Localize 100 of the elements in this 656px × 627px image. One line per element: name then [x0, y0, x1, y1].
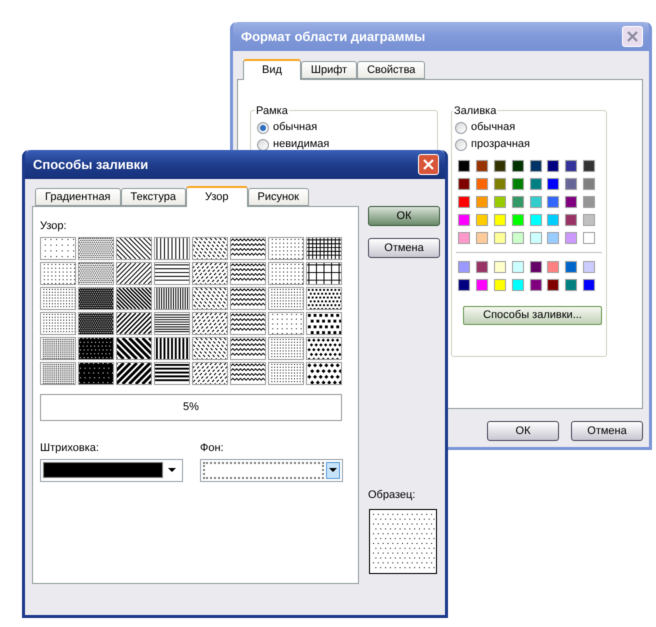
- pattern-swatch[interactable]: [192, 287, 228, 310]
- pattern-swatch[interactable]: [154, 337, 190, 360]
- pattern-swatch[interactable]: [268, 337, 304, 360]
- color-swatch[interactable]: [476, 232, 488, 244]
- pattern-swatch[interactable]: [230, 337, 266, 360]
- color-swatch[interactable]: [530, 160, 542, 172]
- color-swatch[interactable]: [494, 178, 506, 190]
- color-swatch[interactable]: [530, 232, 542, 244]
- pattern-swatch[interactable]: [40, 312, 76, 335]
- color-swatch[interactable]: [512, 279, 524, 291]
- pattern-swatch[interactable]: [154, 287, 190, 310]
- color-swatch[interactable]: [494, 160, 506, 172]
- color-dropdown[interactable]: [200, 458, 343, 482]
- pattern-swatch[interactable]: [306, 237, 342, 260]
- color-swatch[interactable]: [565, 196, 578, 208]
- tab[interactable]: Шрифт: [300, 61, 358, 79]
- pattern-swatch[interactable]: [116, 287, 152, 310]
- color-swatch[interactable]: [583, 196, 596, 208]
- color-swatch[interactable]: [458, 214, 470, 226]
- pattern-swatch[interactable]: [154, 237, 190, 260]
- dialog-button[interactable]: Отмена: [368, 238, 440, 258]
- pattern-swatch[interactable]: [268, 262, 304, 285]
- pattern-swatch[interactable]: [78, 362, 114, 385]
- color-swatch[interactable]: [476, 178, 488, 190]
- color-swatch[interactable]: [565, 232, 578, 244]
- tab[interactable]: Свойства: [357, 61, 426, 79]
- color-swatch[interactable]: [476, 261, 488, 273]
- pattern-swatch[interactable]: [230, 312, 266, 335]
- tab[interactable]: Узор: [186, 186, 248, 207]
- radio-button[interactable]: [257, 122, 269, 134]
- color-swatch[interactable]: [458, 232, 470, 244]
- pattern-swatch[interactable]: [192, 312, 228, 335]
- color-swatch[interactable]: [583, 160, 596, 172]
- pattern-swatch[interactable]: [230, 237, 266, 260]
- pattern-swatch[interactable]: [154, 262, 190, 285]
- color-swatch[interactable]: [530, 279, 542, 291]
- color-swatch[interactable]: [476, 160, 488, 172]
- color-swatch[interactable]: [494, 232, 506, 244]
- color-swatch[interactable]: [547, 214, 560, 226]
- color-swatch[interactable]: [476, 214, 488, 226]
- fill-effects-button[interactable]: Способы заливки...: [463, 306, 602, 325]
- color-swatch[interactable]: [530, 178, 542, 190]
- pattern-swatch[interactable]: [154, 362, 190, 385]
- color-swatch[interactable]: [547, 232, 560, 244]
- color-swatch[interactable]: [458, 178, 470, 190]
- pattern-swatch[interactable]: [306, 312, 342, 335]
- tab[interactable]: Градиентная: [35, 188, 121, 206]
- dropdown-button[interactable]: [326, 462, 340, 478]
- pattern-swatch[interactable]: [306, 362, 342, 385]
- pattern-swatch[interactable]: [78, 237, 114, 260]
- color-swatch[interactable]: [512, 178, 524, 190]
- pattern-swatch[interactable]: [230, 262, 266, 285]
- pattern-swatch[interactable]: [268, 237, 304, 260]
- color-swatch[interactable]: [583, 261, 596, 273]
- color-swatch[interactable]: [512, 232, 524, 244]
- radio-button[interactable]: [455, 138, 467, 150]
- pattern-swatch[interactable]: [40, 337, 76, 360]
- pattern-swatch[interactable]: [40, 262, 76, 285]
- color-swatch[interactable]: [565, 261, 578, 273]
- pattern-swatch[interactable]: [192, 262, 228, 285]
- radio-button[interactable]: [257, 138, 269, 150]
- pattern-swatch[interactable]: [192, 362, 228, 385]
- radio-button[interactable]: [455, 122, 467, 134]
- color-swatch[interactable]: [458, 160, 470, 172]
- color-swatch[interactable]: [565, 279, 578, 291]
- pattern-swatch[interactable]: [116, 312, 152, 335]
- pattern-swatch[interactable]: [40, 237, 76, 260]
- color-swatch[interactable]: [530, 261, 542, 273]
- color-swatch[interactable]: [494, 196, 506, 208]
- color-swatch[interactable]: [547, 196, 560, 208]
- color-swatch[interactable]: [547, 160, 560, 172]
- color-swatch[interactable]: [565, 160, 578, 172]
- tab[interactable]: Рисунок: [248, 188, 309, 206]
- color-swatch[interactable]: [547, 279, 560, 291]
- color-swatch[interactable]: [512, 160, 524, 172]
- pattern-swatch[interactable]: [230, 362, 266, 385]
- color-swatch[interactable]: [458, 196, 470, 208]
- color-swatch[interactable]: [494, 214, 506, 226]
- color-swatch[interactable]: [512, 196, 524, 208]
- pattern-swatch[interactable]: [116, 237, 152, 260]
- color-swatch[interactable]: [583, 232, 596, 244]
- dialog-button[interactable]: ОК: [368, 206, 440, 226]
- color-swatch[interactable]: [530, 196, 542, 208]
- color-swatch[interactable]: [494, 279, 506, 291]
- color-swatch[interactable]: [494, 261, 506, 273]
- pattern-swatch[interactable]: [306, 337, 342, 360]
- pattern-swatch[interactable]: [78, 287, 114, 310]
- tab[interactable]: Вид: [243, 59, 301, 80]
- pattern-swatch[interactable]: [40, 362, 76, 385]
- color-swatch[interactable]: [583, 178, 596, 190]
- close-button[interactable]: [418, 154, 439, 175]
- pattern-swatch[interactable]: [116, 262, 152, 285]
- pattern-swatch[interactable]: [192, 337, 228, 360]
- color-swatch[interactable]: [547, 261, 560, 273]
- color-swatch[interactable]: [583, 279, 596, 291]
- pattern-swatch[interactable]: [78, 337, 114, 360]
- tab[interactable]: Текстура: [120, 188, 186, 206]
- pattern-swatch[interactable]: [230, 287, 266, 310]
- dialog-button[interactable]: Отмена: [571, 421, 643, 441]
- color-swatch[interactable]: [458, 279, 470, 291]
